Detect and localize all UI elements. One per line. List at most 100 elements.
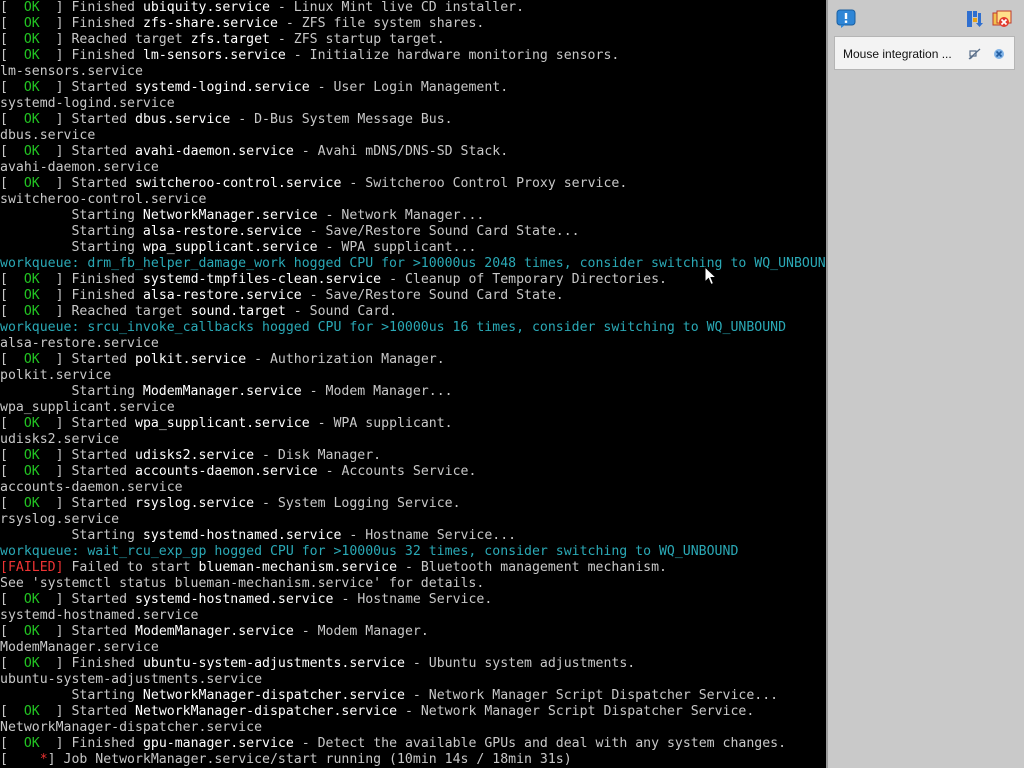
notification-toolbar: [828, 0, 1024, 36]
console-text-white: avahi-daemon.service: [135, 144, 294, 159]
console-text-green: OK: [23, 352, 40, 367]
console-text-grey: Starting: [0, 384, 143, 399]
console-line: [ OK ] Started udisks2.service - Disk Ma…: [0, 448, 826, 464]
console-text-grey: switcheroo-control.service: [0, 192, 207, 207]
console-text-grey: ] Finished: [39, 0, 143, 15]
console-text-grey: dbus.service: [0, 128, 96, 143]
console-text-green: OK: [23, 176, 40, 191]
console-line: [ OK ] Started accounts-daemon.service -…: [0, 464, 826, 480]
console-text-green: OK: [23, 704, 40, 719]
console-text-grey: - Hostname Service...: [341, 528, 517, 543]
console-text-grey: - ZFS startup target.: [269, 32, 445, 47]
console-text-grey: ModemManager.service: [0, 640, 159, 655]
console-text-grey: ] Job NetworkManager.service/start runni…: [47, 752, 572, 767]
console-text-white: switcheroo-control.service: [135, 176, 342, 191]
console-line: [ OK ] Started ModemManager.service - Mo…: [0, 624, 826, 640]
mute-icon[interactable]: [968, 47, 982, 61]
console-text-grey: ] Started: [39, 448, 135, 463]
notification-center-icon[interactable]: [836, 9, 856, 29]
console-text-red: *: [39, 752, 48, 767]
close-icon[interactable]: [992, 47, 1006, 61]
console-text-grey: ] Finished: [39, 48, 143, 63]
notification-card[interactable]: Mouse integration ...: [834, 36, 1015, 70]
console-text-white: ModemManager.service: [135, 624, 294, 639]
console-text-grey: systemd-hostnamed.service: [0, 608, 199, 623]
console-text-grey: [: [0, 16, 24, 31]
console-line: [ OK ] Started NetworkManager-dispatcher…: [0, 704, 826, 720]
console-text-grey: - WPA supplicant.: [309, 416, 453, 431]
console-text-grey: [: [0, 496, 24, 511]
console-text-grey: [: [0, 176, 24, 191]
console-text-grey: - D-Bus System Message Bus.: [230, 112, 453, 127]
console-text-grey: wpa_supplicant.service: [0, 400, 175, 415]
console-text-grey: ] Finished: [39, 272, 143, 287]
console-text-green: OK: [23, 464, 40, 479]
console-text-grey: [: [0, 0, 24, 15]
console-line: wpa_supplicant.service: [0, 400, 826, 416]
close-all-icon[interactable]: [992, 9, 1012, 29]
console-line: [ OK ] Finished ubiquity.service - Linux…: [0, 0, 826, 16]
console-text-cyan: workqueue: srcu_invoke_callbacks hogged …: [0, 320, 787, 335]
console-line: [ *] Job NetworkManager.service/start ru…: [0, 752, 826, 768]
console-text-grey: ] Started: [39, 176, 135, 191]
console-text-grey: [: [0, 448, 24, 463]
console-text-green: OK: [23, 272, 40, 287]
console-line: [ OK ] Started systemd-hostnamed.service…: [0, 592, 826, 608]
console-text-white: polkit.service: [135, 352, 247, 367]
vm-screen: [ OK ] Finished ubiquity.service - Linux…: [0, 0, 1024, 768]
console-text-grey: [: [0, 80, 24, 95]
console-text-white: lm-sensors.service: [142, 48, 286, 63]
console-line: alsa-restore.service: [0, 336, 826, 352]
console-line: dbus.service: [0, 128, 826, 144]
console-text-grey: polkit.service: [0, 368, 112, 383]
console-text-green: OK: [23, 304, 40, 319]
console-text-white: NetworkManager.service: [142, 208, 318, 223]
console-line: Starting systemd-hostnamed.service - Hos…: [0, 528, 826, 544]
console-text-grey: - Avahi mDNS/DNS-SD Stack.: [293, 144, 509, 159]
console-text-white: alsa-restore.service: [142, 288, 302, 303]
console-text-white: wpa_supplicant.service: [142, 240, 318, 255]
console-text-green: OK: [23, 448, 40, 463]
console-line: [ OK ] Finished gpu-manager.service - De…: [0, 736, 826, 752]
console-text-grey: [: [0, 288, 24, 303]
console-line: [ OK ] Finished zfs-share.service - ZFS …: [0, 16, 826, 32]
console-line: accounts-daemon.service: [0, 480, 826, 496]
console-text-grey: avahi-daemon.service: [0, 160, 159, 175]
console-text-grey: [: [0, 48, 24, 63]
console-text-grey: Failed to start: [63, 560, 199, 575]
console-line: [ OK ] Started avahi-daemon.service - Av…: [0, 144, 826, 160]
console-line: Starting wpa_supplicant.service - WPA su…: [0, 240, 826, 256]
console-text-grey: rsyslog.service: [0, 512, 120, 527]
console-text-green: OK: [23, 656, 40, 671]
console-text-white: systemd-hostnamed.service: [135, 592, 334, 607]
console-text-grey: Starting: [0, 208, 143, 223]
console-line: avahi-daemon.service: [0, 160, 826, 176]
console-line: [ OK ] Finished ubuntu-system-adjustment…: [0, 656, 826, 672]
console-text-grey: ] Started: [39, 592, 135, 607]
console-line: systemd-hostnamed.service: [0, 608, 826, 624]
console-line: [ OK ] Started polkit.service - Authoriz…: [0, 352, 826, 368]
console-text-grey: [: [0, 32, 24, 47]
console-text-white: zfs-share.service: [142, 16, 278, 31]
console-line: Starting NetworkManager.service - Networ…: [0, 208, 826, 224]
sort-icon[interactable]: [964, 9, 984, 29]
console-text-grey: Starting: [0, 224, 143, 239]
console-text-grey: - Modem Manager...: [301, 384, 453, 399]
console-text-grey: - Modem Manager.: [293, 624, 429, 639]
console-text-white: NetworkManager-dispatcher.service: [135, 704, 398, 719]
console-line: Starting NetworkManager-dispatcher.servi…: [0, 688, 826, 704]
console-text-grey: Starting: [0, 528, 143, 543]
console-line: [ OK ] Started systemd-logind.service - …: [0, 80, 826, 96]
console-text-grey: ] Started: [39, 112, 135, 127]
console-text-green: OK: [23, 288, 40, 303]
console-text-grey: - Cleanup of Temporary Directories.: [381, 272, 667, 287]
console-text-grey: - Save/Restore Sound Card State...: [301, 224, 580, 239]
notification-title: Mouse integration ...: [843, 47, 952, 61]
console-text-grey: [: [0, 304, 24, 319]
console-text-grey: - Linux Mint live CD installer.: [269, 0, 525, 15]
console-text-green: OK: [23, 16, 40, 31]
console-text-grey: ] Reached target: [39, 304, 191, 319]
console-text-white: sound.target: [190, 304, 286, 319]
console-text-grey: Starting: [0, 240, 143, 255]
console-text-green: OK: [23, 112, 40, 127]
